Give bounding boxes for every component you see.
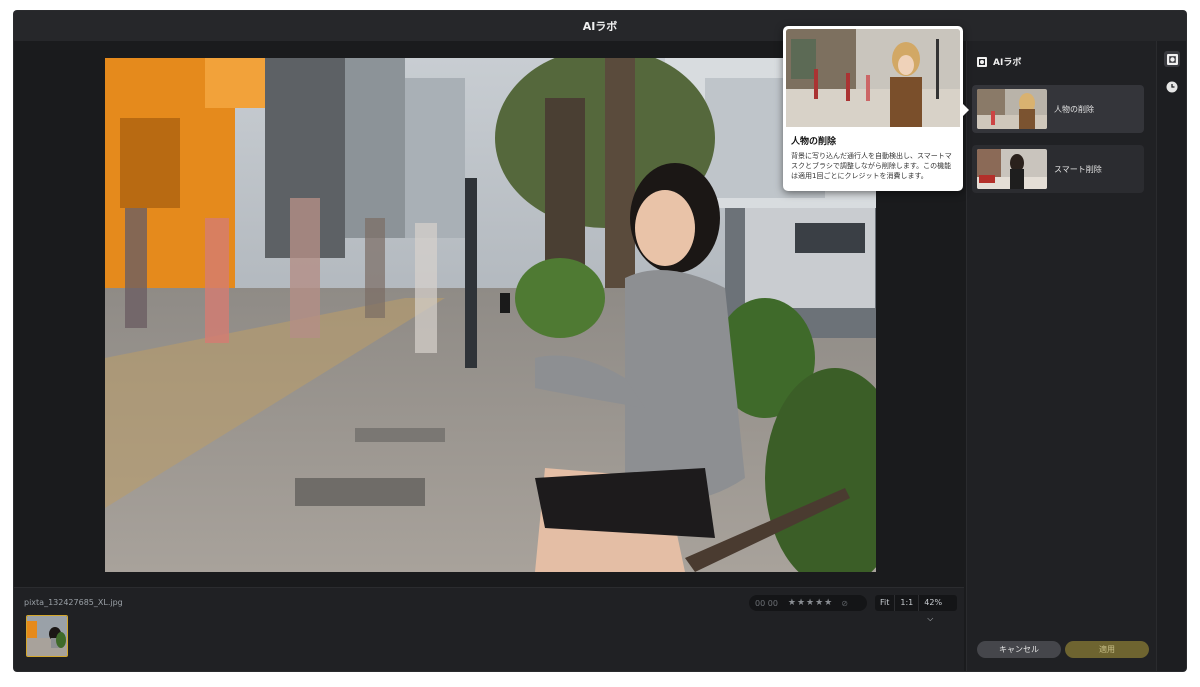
main-photo[interactable] xyxy=(105,58,876,572)
panel-title: AIラボ xyxy=(993,58,1022,68)
ai-lab-panel: AIラボ 人物の削除 スマート削除 キャンセル 適用 xyxy=(966,41,1157,671)
tool-rail xyxy=(1156,41,1186,671)
filmstrip: pixta_132427685_XL.jpg 00 00 ★★★★★ ⊘ Fit… xyxy=(14,587,964,671)
tooltip-preview-illustration xyxy=(786,29,960,127)
file-name: pixta_132427685_XL.jpg xyxy=(24,598,123,607)
clock-icon xyxy=(1166,81,1178,93)
tooltip-description: 背景に写り込んだ通行人を自動検出し、スマートマスクとブラシで調整しながら削除しま… xyxy=(791,152,952,180)
person-removal-preview xyxy=(977,89,1047,129)
lab-item-person-removal[interactable]: 人物の削除 xyxy=(972,85,1144,133)
tooltip-preview-image xyxy=(786,29,960,127)
star-rating[interactable]: ★★★★★ xyxy=(788,598,833,608)
flag-label[interactable]: 00 00 xyxy=(755,599,778,608)
title-bar: AIラボ xyxy=(14,11,1186,41)
app-window: AIラボ pixta_132427685_XL.jpg 00 00 ★★★★★ … xyxy=(14,11,1186,671)
lab-item-label: スマート削除 xyxy=(1054,164,1102,174)
rating-bar[interactable]: 00 00 ★★★★★ ⊘ xyxy=(749,595,867,611)
zoom-one-to-one-button[interactable]: 1:1 xyxy=(895,595,920,611)
panel-header: AIラボ xyxy=(977,55,1021,68)
lab-item-label: 人物の削除 xyxy=(1054,104,1094,114)
person-removal-thumbnail xyxy=(977,89,1047,129)
feature-tooltip: 人物の削除 背景に写り込んだ通行人を自動検出し、スマートマスクとブラシで調整しな… xyxy=(783,26,969,191)
cancel-button[interactable]: キャンセル xyxy=(977,641,1061,658)
smart-removal-preview xyxy=(977,149,1047,189)
street-photo-illustration xyxy=(105,58,876,572)
history-rail-icon[interactable] xyxy=(1164,79,1180,95)
zoom-percent-select[interactable]: 42% ⌵ xyxy=(919,595,957,623)
zoom-controls: Fit 1:1 42% ⌵ xyxy=(875,595,957,623)
reject-icon[interactable]: ⊘ xyxy=(841,599,848,608)
tooltip-title: 人物の削除 xyxy=(791,137,837,147)
ai-lab-rail-icon[interactable] xyxy=(1164,51,1180,67)
tooltip-arrow xyxy=(963,104,969,116)
zoom-fit-button[interactable]: Fit xyxy=(875,595,896,611)
ai-lab-icon xyxy=(977,56,987,67)
apply-button[interactable]: 適用 xyxy=(1065,641,1149,658)
chevron-down-icon: ⌵ xyxy=(927,614,934,623)
ai-lab-icon xyxy=(1166,53,1178,65)
smart-removal-thumbnail xyxy=(977,149,1047,189)
zoom-percent-value: 42% xyxy=(924,598,943,607)
filmstrip-thumbnail[interactable] xyxy=(26,615,68,657)
thumbnail-image xyxy=(27,616,67,656)
window-title: AIラボ xyxy=(582,20,618,33)
lab-item-smart-removal[interactable]: スマート削除 xyxy=(972,145,1144,193)
